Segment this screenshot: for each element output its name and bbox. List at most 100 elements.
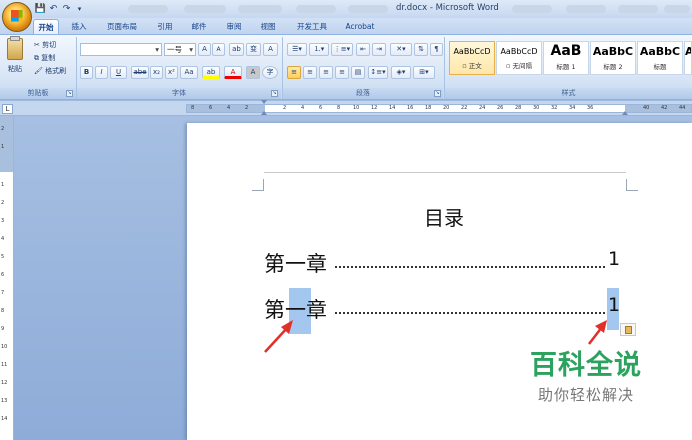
ruler-tick: 13 [1, 398, 8, 404]
tab-developer[interactable]: 开发工具 [290, 19, 334, 34]
cut-label: 剪切 [42, 41, 57, 49]
ruler-tick: 5 [1, 254, 5, 260]
ruler-tick: 14 [1, 416, 8, 422]
shrink-font-button[interactable]: A [212, 43, 225, 56]
align-center-button[interactable]: ≡ [303, 66, 317, 79]
align-right-button[interactable]: ≡ [319, 66, 333, 79]
font-color-button[interactable]: A [224, 66, 242, 79]
change-case-button[interactable]: Aa [180, 66, 198, 79]
borders-button[interactable]: ⊞▾ [413, 66, 435, 79]
bullets-button[interactable]: ☰▾ [287, 43, 307, 56]
style-no-spacing[interactable]: AaBbCcD ▫ 无间隔 [496, 41, 542, 75]
clear-formatting-button[interactable]: ab [229, 43, 244, 56]
tab-references[interactable]: 引用 [152, 19, 178, 34]
tab-insert[interactable]: 插入 [66, 19, 92, 34]
font-family-select[interactable]: ▾ [80, 43, 162, 56]
watermark: 百科全说 助你轻松解决 [506, 350, 666, 412]
bold-button[interactable]: B [80, 66, 93, 79]
office-button[interactable] [2, 2, 32, 32]
tab-page-layout[interactable]: 页面布局 [102, 19, 142, 34]
vertical-ruler[interactable]: 2 1 1 2 3 4 5 6 7 8 9 10 11 12 13 14 [0, 116, 14, 440]
style-heading-2[interactable]: AaBbC 标题 2 [590, 41, 636, 75]
paste-options-button[interactable] [620, 323, 636, 336]
sort-icon: ⇅ [418, 45, 424, 53]
red-arrow-icon [588, 320, 607, 345]
distributed-button[interactable]: ▤ [351, 66, 365, 79]
enclose-characters-button[interactable]: 字 [262, 66, 278, 79]
character-border-button[interactable]: A [263, 43, 278, 56]
highlight-button[interactable]: ab [202, 66, 220, 79]
multilevel-list-button[interactable]: ⋮≡▾ [331, 43, 353, 56]
ruler-tick: 22 [461, 105, 468, 111]
ruler-tick: 1 [1, 182, 5, 188]
chevron-down-icon[interactable]: ▾ [189, 44, 193, 55]
right-indent-marker-icon[interactable] [622, 111, 628, 115]
red-arrow-icon [264, 320, 293, 353]
hanging-indent-marker-icon[interactable] [261, 111, 267, 115]
subscript-button[interactable]: x₂ [150, 66, 163, 79]
blurred-tab [348, 5, 388, 13]
superscript-button[interactable]: x² [165, 66, 178, 79]
paste-icon[interactable] [7, 38, 23, 60]
window-title: dr.docx - Microsoft Word [396, 3, 499, 13]
line-spacing-button[interactable]: ↕≡▾ [368, 66, 388, 79]
paragraph-dialog-launcher-icon[interactable]: ↘ [434, 90, 441, 97]
format-painter-button[interactable]: 🖌 格式刷 [34, 66, 66, 76]
toc-leader-dots [335, 312, 605, 314]
style-more[interactable]: A [684, 41, 692, 75]
blurred-tab [664, 5, 690, 13]
tab-acrobat[interactable]: Acrobat [342, 19, 378, 34]
sort-button[interactable]: ⇅ [414, 43, 428, 56]
font-size-select[interactable]: 一号 ▾ [164, 43, 196, 56]
ruler-tick: 40 [643, 105, 650, 111]
redo-icon[interactable]: ↷ [60, 3, 73, 15]
toc-entry[interactable]: 第一章 1 [264, 294, 626, 322]
paste-label[interactable]: 粘贴 [8, 64, 22, 74]
style-sample: A [685, 45, 691, 58]
ruler-tick: 4 [227, 105, 231, 111]
font-dialog-launcher-icon[interactable]: ↘ [271, 90, 278, 97]
increase-indent-button[interactable]: ⇥ [372, 43, 386, 56]
tab-home[interactable]: 开始 [33, 19, 59, 34]
justify-button[interactable]: ≡ [335, 66, 349, 79]
strikethrough-button[interactable]: abe [131, 66, 149, 79]
align-right-icon: ≡ [323, 68, 329, 76]
first-line-indent-marker-icon[interactable] [261, 100, 267, 104]
tab-selector-button[interactable]: L [2, 104, 13, 114]
brush-icon: 🖌 [34, 67, 46, 75]
italic-button[interactable]: I [95, 66, 108, 79]
toc-entry[interactable]: 第一章 1 [264, 248, 626, 276]
tab-mailings[interactable]: 邮件 [186, 19, 212, 34]
qat-dropdown-icon[interactable]: ▾ [73, 3, 86, 15]
style-normal[interactable]: AaBbCcD ▫ 正文 [449, 41, 495, 75]
ruler-tick: 8 [337, 105, 341, 111]
toc-title: 目录 [424, 206, 464, 230]
ruler-tick: 14 [389, 105, 396, 111]
grow-font-button[interactable]: A [198, 43, 211, 56]
chinese-layout-button[interactable]: ✕▾ [390, 43, 412, 56]
show-marks-button[interactable]: ¶ [430, 43, 443, 56]
numbering-button[interactable]: ⒈▾ [309, 43, 329, 56]
align-left-button[interactable]: ≡ [287, 66, 301, 79]
margin-corner-mark [252, 179, 264, 191]
decrease-indent-button[interactable]: ⇤ [356, 43, 370, 56]
copy-button[interactable]: ⧉ 复制 [34, 53, 55, 63]
style-heading-1[interactable]: AaB 标题 1 [543, 41, 589, 75]
toc-page-number: 1 [608, 248, 621, 270]
ruler-tick: 1 [1, 144, 5, 150]
cut-button[interactable]: ✂ 剪切 [34, 40, 56, 50]
undo-icon[interactable]: ↶ [47, 3, 60, 15]
phonetic-guide-button[interactable]: 变 [246, 43, 261, 56]
shading-button[interactable]: ◈▾ [391, 66, 411, 79]
save-icon[interactable]: 💾 [34, 3, 47, 15]
chevron-down-icon[interactable]: ▾ [155, 44, 159, 55]
style-title[interactable]: AaBbC 标题 [637, 41, 683, 75]
ruler-tick: 10 [1, 344, 8, 350]
underline-button[interactable]: U [110, 66, 127, 79]
clipboard-dialog-launcher-icon[interactable]: ↘ [66, 90, 73, 97]
tab-review[interactable]: 审阅 [221, 19, 247, 34]
character-shading-button[interactable]: A [246, 66, 260, 79]
tab-view[interactable]: 视图 [255, 19, 281, 34]
style-sample: AaB [550, 43, 582, 59]
style-sample: AaBbCcD [453, 47, 491, 56]
